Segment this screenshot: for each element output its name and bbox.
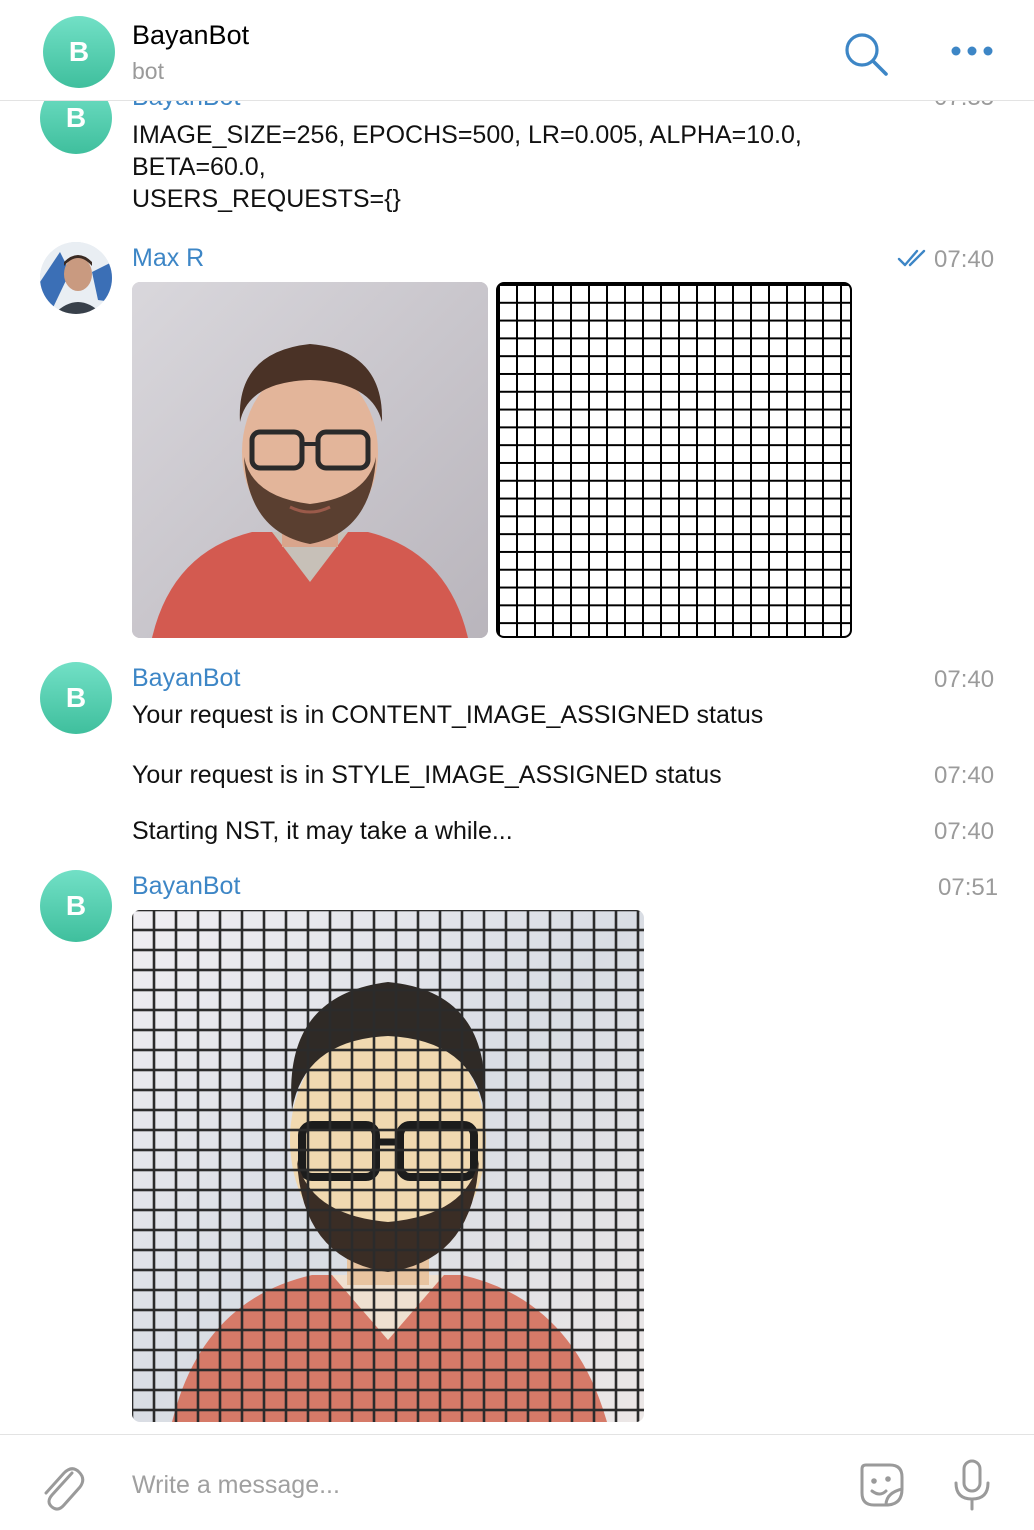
search-icon[interactable] — [842, 30, 890, 78]
chat-header: B BayanBot bot — [0, 0, 1034, 101]
avatar-letter: B — [65, 682, 87, 713]
message-list[interactable]: B BayanBot 07:35 IMAGE_SIZE=256, EPOCHS=… — [0, 101, 1034, 1434]
sender-name[interactable]: BayanBot — [132, 872, 240, 901]
stylized-result-image — [132, 910, 644, 1422]
telegram-chat-window: B BayanBot bot B BayanBot 07:35 IMAGE_SI… — [0, 0, 1034, 1530]
message-time: 07:40 — [934, 246, 995, 273]
style-grid-photo[interactable] — [496, 282, 852, 638]
stylized-result-photo[interactable] — [132, 910, 644, 1422]
sender-avatar[interactable]: B — [40, 870, 112, 942]
portrait-photo[interactable] — [132, 282, 488, 638]
avatar-letter: B — [65, 102, 87, 133]
sender-name[interactable]: Max R — [132, 244, 204, 273]
more-icon[interactable] — [946, 36, 998, 66]
user-avatar-image — [40, 242, 112, 314]
avatar-letter: B — [68, 36, 90, 67]
read-checks-icon — [897, 249, 926, 267]
portrait-photo-image — [132, 282, 488, 638]
user-avatar[interactable] — [40, 242, 112, 314]
message-time: 07:40 — [934, 666, 995, 693]
message-text-line: BETA=60.0, — [132, 153, 266, 181]
chat-title[interactable]: BayanBot — [132, 20, 249, 51]
sender-name[interactable]: BayanBot — [132, 101, 240, 112]
message-text: Starting NST, it may take a while... — [132, 817, 513, 845]
chat-subtitle: bot — [132, 58, 164, 84]
message-text-line: IMAGE_SIZE=256, EPOCHS=500, LR=0.005, AL… — [132, 121, 802, 149]
avatar-letter: B — [65, 890, 87, 921]
sender-avatar[interactable]: B — [40, 662, 112, 734]
microphone-icon[interactable] — [950, 1457, 994, 1513]
sticker-icon[interactable] — [856, 1459, 908, 1511]
sender-avatar[interactable]: B — [40, 101, 112, 154]
message-input[interactable]: Write a message... — [132, 1471, 340, 1500]
message-text: Your request is in STYLE_IMAGE_ASSIGNED … — [132, 761, 722, 789]
message-composer: Write a message... — [0, 1434, 1034, 1530]
message-time: 07:35 — [934, 101, 994, 112]
message-time: 07:40 — [934, 762, 995, 789]
message-time: 07:40 — [934, 818, 995, 845]
attach-icon[interactable] — [38, 1461, 86, 1515]
message-text-line: USERS_REQUESTS={} — [132, 185, 401, 213]
sender-name[interactable]: BayanBot — [132, 664, 240, 693]
message-time: 07:51 — [938, 874, 999, 901]
message-text: Your request is in CONTENT_IMAGE_ASSIGNE… — [132, 701, 764, 729]
chat-avatar[interactable]: B — [43, 16, 115, 88]
